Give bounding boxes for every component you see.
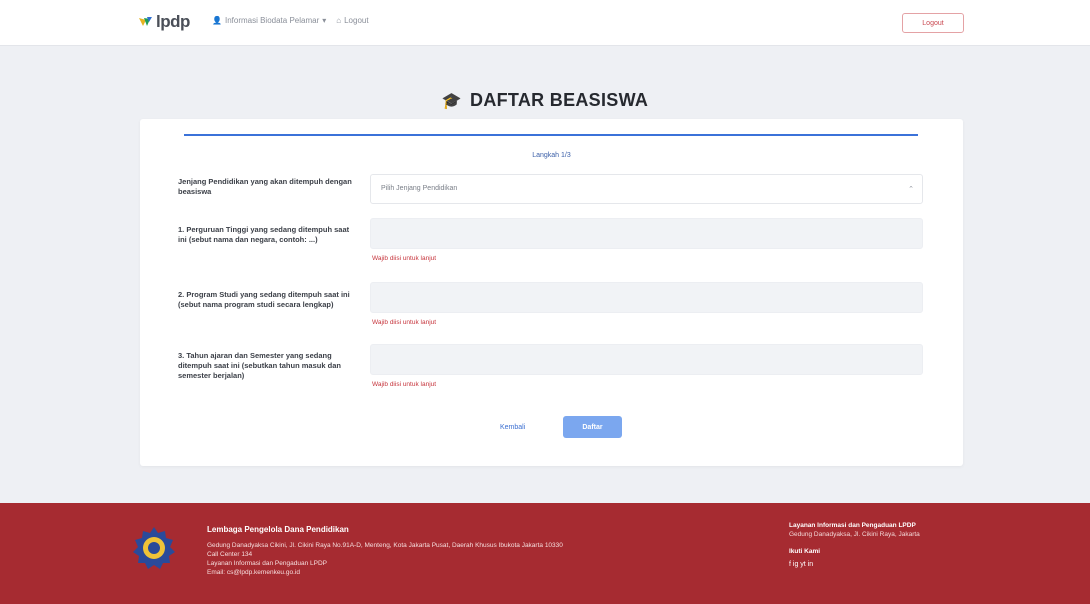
logout-button[interactable]: Logout: [902, 13, 964, 33]
ministry-seal-icon: [131, 525, 177, 571]
footer-address-line: Gedung Danadyaksa Cikini, Jl. Cikini Ray…: [207, 542, 563, 549]
semester-error: Wajib diisi untuk lanjut: [372, 381, 437, 388]
footer: Lembaga Pengelola Dana Pendidikan Gedung…: [0, 503, 1090, 604]
footer-contact: Layanan Informasi dan Pengaduan LPDP Ged…: [789, 521, 949, 569]
semester-input[interactable]: [370, 344, 923, 375]
progress-bar: [184, 134, 918, 136]
study-program-input[interactable]: [370, 282, 923, 313]
progress-bar-fill: [184, 134, 918, 136]
footer-contact-sub: Gedung Danadyaksa, Jl. Cikini Raya, Jaka…: [789, 531, 920, 538]
question-label-semester: 3. Tahun ajaran dan Semester yang sedang…: [178, 351, 341, 380]
university-input[interactable]: [370, 218, 923, 249]
footer-address-line: Call Center 134: [207, 551, 253, 558]
form-actions: Kembali Daftar: [140, 416, 963, 442]
page-title-text: DAFTAR BEASISWA: [470, 90, 649, 110]
step-indicator: Langkah 1/3: [532, 152, 571, 159]
question-label-university: 1. Perguruan Tinggi yang sedang ditempuh…: [178, 225, 350, 244]
registration-form-card: Langkah 1/3 Jenjang Pendidikan yang akan…: [140, 119, 963, 466]
degree-select[interactable]: Pilih Jenjang Pendidikan ⌃: [370, 174, 923, 204]
house-icon: ⌂: [336, 16, 342, 25]
nav-link-account[interactable]: ⌂ Logout: [336, 16, 368, 25]
footer-contact-heading: Layanan Informasi dan Pengaduan LPDP: [789, 522, 916, 529]
nav-links: 👤 Informasi Biodata Pelamar ▾ ⌂ Logout: [212, 16, 369, 25]
chevron-down-icon: ▾: [322, 16, 327, 25]
footer-address-line: Email: cs@lpdp.kemenkeu.go.id: [207, 569, 300, 576]
question-label-study-program: 2. Program Studi yang sedang ditempuh sa…: [178, 290, 350, 309]
footer-org-name: Lembaga Pengelola Dana Pendidikan: [207, 525, 349, 534]
page-title: 🎓 DAFTAR BEASISWA: [0, 90, 1090, 111]
footer-social-links[interactable]: f ig yt in: [789, 560, 949, 569]
nav-link-profile-label: Informasi Biodata Pelamar: [224, 16, 320, 25]
user-icon: 👤: [212, 16, 222, 25]
nav-link-profile[interactable]: 👤 Informasi Biodata Pelamar ▾: [212, 16, 326, 25]
chevron-down-icon: ⌃: [908, 186, 914, 193]
submit-button[interactable]: Daftar: [563, 416, 622, 438]
university-error: Wajib diisi untuk lanjut: [372, 255, 437, 262]
logo-mark-icon: [138, 14, 154, 30]
back-button[interactable]: Kembali: [500, 424, 525, 431]
graduation-cap-icon: 🎓: [441, 92, 463, 110]
nav-link-account-label: Logout: [344, 16, 369, 25]
degree-select-value: Pilih Jenjang Pendidikan: [381, 185, 458, 192]
footer-follow-label: Ikuti Kami: [789, 548, 821, 555]
lpdp-logo[interactable]: lpdp: [138, 11, 190, 33]
footer-address-line: Layanan Informasi dan Pengaduan LPDP: [207, 560, 327, 567]
logo-text: lpdp: [156, 12, 190, 31]
question-label-degree: Jenjang Pendidikan yang akan ditempuh de…: [178, 177, 352, 196]
footer-address: Gedung Danadyaksa Cikini, Jl. Cikini Ray…: [207, 541, 617, 577]
study-program-error: Wajib diisi untuk lanjut: [372, 319, 437, 326]
top-navbar: lpdp 👤 Informasi Biodata Pelamar ▾ ⌂ Log…: [0, 0, 1090, 46]
